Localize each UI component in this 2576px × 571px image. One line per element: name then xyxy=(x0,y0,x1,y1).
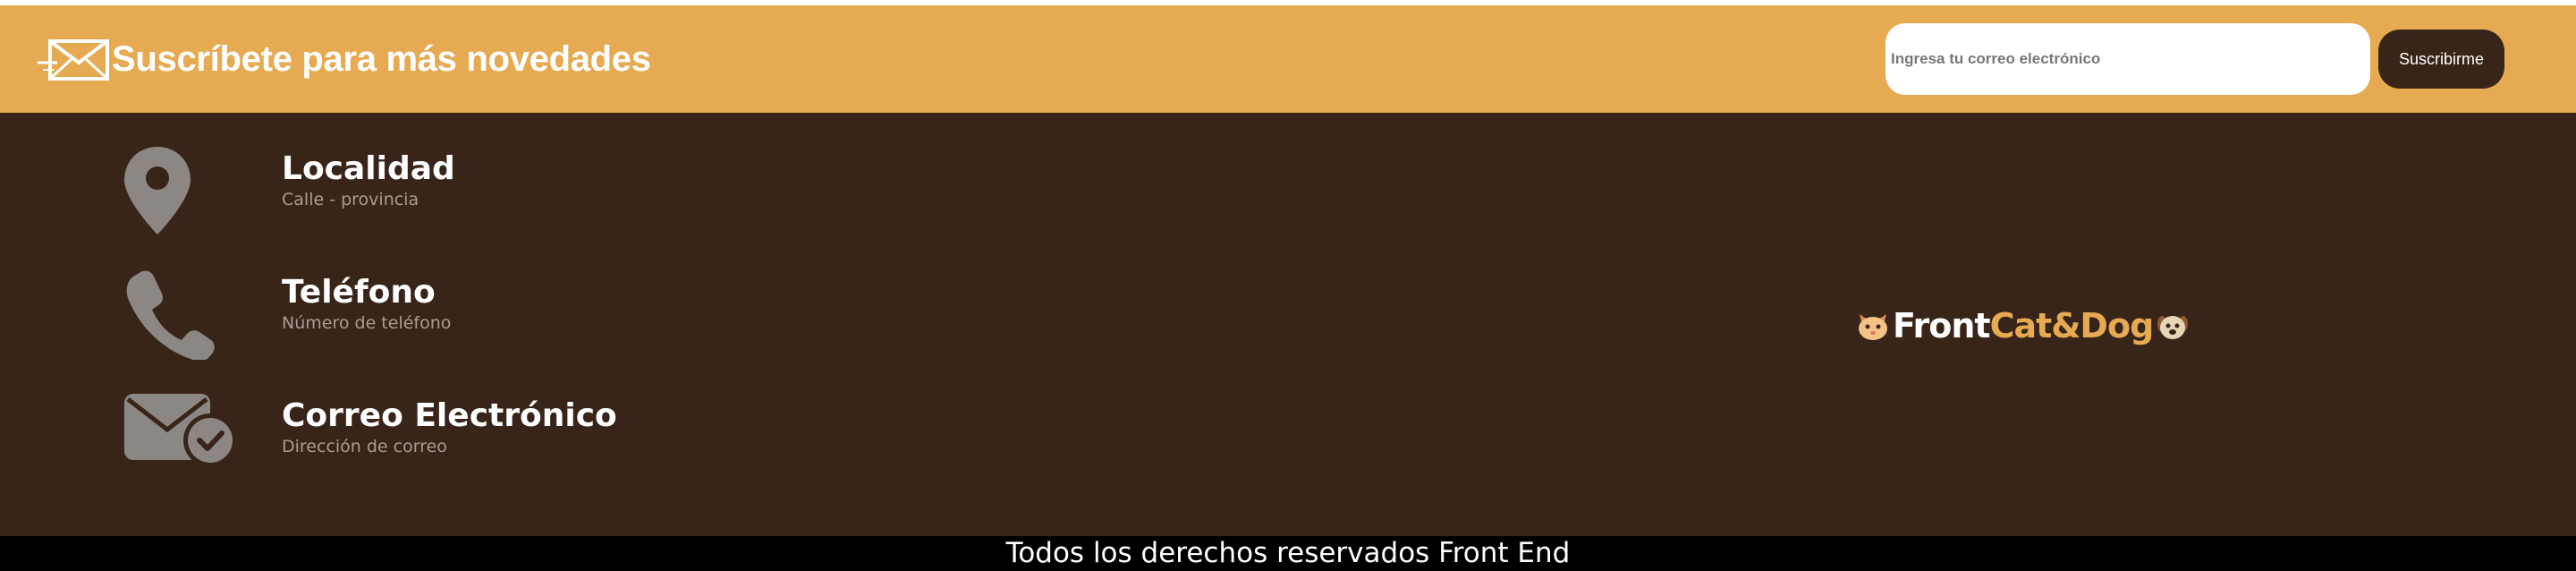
contact-title: Localidad xyxy=(282,150,455,187)
contact-subtitle: Dirección de correo xyxy=(282,437,447,456)
contact-title: Teléfono xyxy=(282,274,436,311)
subscribe-heading-group: Suscríbete para más novedades xyxy=(36,34,651,84)
footer-info: Localidad Calle - provincia Teléfono Núm… xyxy=(0,113,2576,536)
copyright-bar: Todos los derechos reservados Front End xyxy=(0,536,2576,571)
brand-logo: FrontCat&Dog xyxy=(1857,299,2189,353)
contact-item-phone: Teléfono Número de teléfono xyxy=(0,268,1252,385)
envelope-speed-icon xyxy=(38,39,109,81)
copyright-text: Todos los derechos reservados Front End xyxy=(1005,537,1571,569)
subscribe-title: Suscríbete para más novedades xyxy=(112,38,651,79)
contact-item-email: Correo Electrónico Dirección de correo xyxy=(0,392,1252,508)
mail-check-icon xyxy=(124,394,237,467)
subscribe-button[interactable]: Suscribirme xyxy=(2378,30,2504,89)
brand-name: FrontCat&Dog xyxy=(1893,306,2155,345)
map-pin-icon xyxy=(124,147,191,234)
contact-subtitle: Calle - provincia xyxy=(282,190,419,209)
phone-icon xyxy=(126,270,215,360)
contact-title: Correo Electrónico xyxy=(282,397,617,434)
cat-face-icon xyxy=(1859,314,1887,340)
email-input[interactable] xyxy=(1885,23,2370,95)
contact-item-location: Localidad Calle - provincia xyxy=(0,145,1252,261)
brand-front-text: Front xyxy=(1893,306,1991,345)
page: Suscríbete para más novedades Suscribirm… xyxy=(0,0,2576,571)
dog-face-icon xyxy=(2157,316,2189,339)
contact-subtitle: Número de teléfono xyxy=(282,313,452,333)
subscribe-bar: Suscríbete para más novedades Suscribirm… xyxy=(0,5,2576,113)
brand-catdog-text: Cat&Dog xyxy=(1989,306,2155,345)
